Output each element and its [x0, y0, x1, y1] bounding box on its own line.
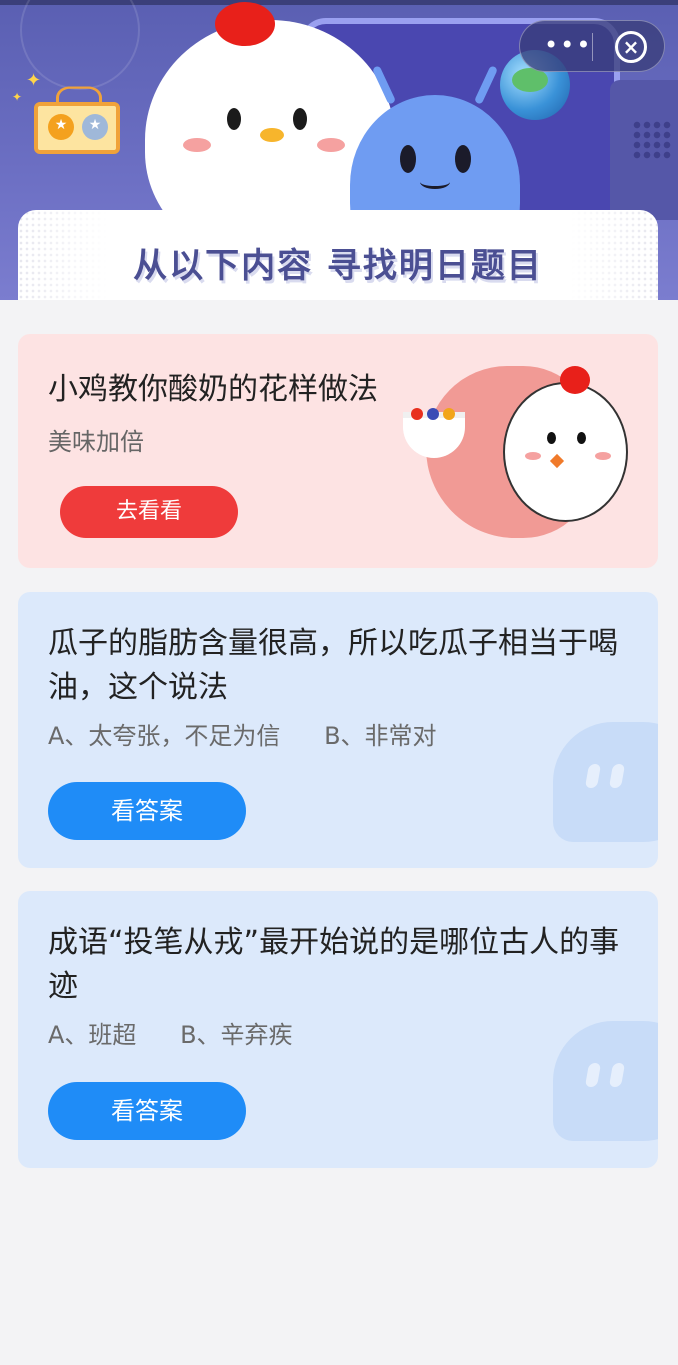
- banner-title: 从以下内容 寻找明日题目: [133, 246, 543, 286]
- more-dots-icon[interactable]: •••: [544, 33, 592, 57]
- view-answer-button[interactable]: 看答案: [48, 782, 246, 840]
- sparkle-icon: ✦: [26, 70, 42, 91]
- gold-medal-icon: ★: [48, 114, 74, 144]
- sparkle-icon: ✦: [12, 90, 23, 104]
- quiz-options: A、太夸张，不足为信 B、非常对: [48, 716, 473, 751]
- quiz-card: 瓜子的脂肪含量很高，所以吃瓜子相当于喝油，这个说法 A、太夸张，不足为信 B、非…: [18, 592, 658, 868]
- board-hanger: [56, 86, 102, 106]
- quiz-card: 成语“投笔从戎”最开始说的是哪位古人的事迹 A、班超 B、辛弃疾 看答案: [18, 891, 658, 1168]
- decor-dots: [632, 120, 672, 160]
- chat-bubble-icon: [553, 722, 658, 842]
- mini-program-capsule: ••• ×: [519, 20, 665, 72]
- option-a: A、班超: [48, 1021, 137, 1049]
- banner-title-strip: 从以下内容 寻找明日题目: [18, 210, 658, 300]
- promo-title: 小鸡教你酸奶的花样做法: [48, 372, 378, 407]
- capsule-divider: [592, 33, 593, 61]
- promo-card[interactable]: 小鸡教你酸奶的花样做法 美味加倍 去看看: [18, 334, 658, 568]
- go-see-button[interactable]: 去看看: [60, 486, 238, 538]
- promo-subtitle: 美味加倍: [48, 428, 144, 456]
- quiz-question: 瓜子的脂肪含量很高，所以吃瓜子相当于喝油，这个说法: [48, 626, 618, 705]
- silver-medal-icon: ★: [82, 114, 108, 144]
- medal-board-icon: ★ ★: [34, 86, 120, 154]
- chat-bubble-icon: [553, 1021, 658, 1141]
- header-banner: ✦ ✦ ★ ★ ••• × 从以下内容 寻找明日题目: [0, 0, 678, 300]
- option-a: A、太夸张，不足为信: [48, 722, 281, 750]
- option-b: B、辛弃疾: [180, 1021, 293, 1049]
- quiz-options: A、班超 B、辛弃疾: [48, 1015, 329, 1050]
- close-circle-icon[interactable]: ×: [615, 31, 647, 63]
- option-b: B、非常对: [324, 722, 437, 750]
- view-answer-button[interactable]: 看答案: [48, 1082, 246, 1140]
- chicken-mascot-small: [503, 366, 628, 522]
- quiz-question: 成语“投笔从戎”最开始说的是哪位古人的事迹: [48, 925, 620, 1004]
